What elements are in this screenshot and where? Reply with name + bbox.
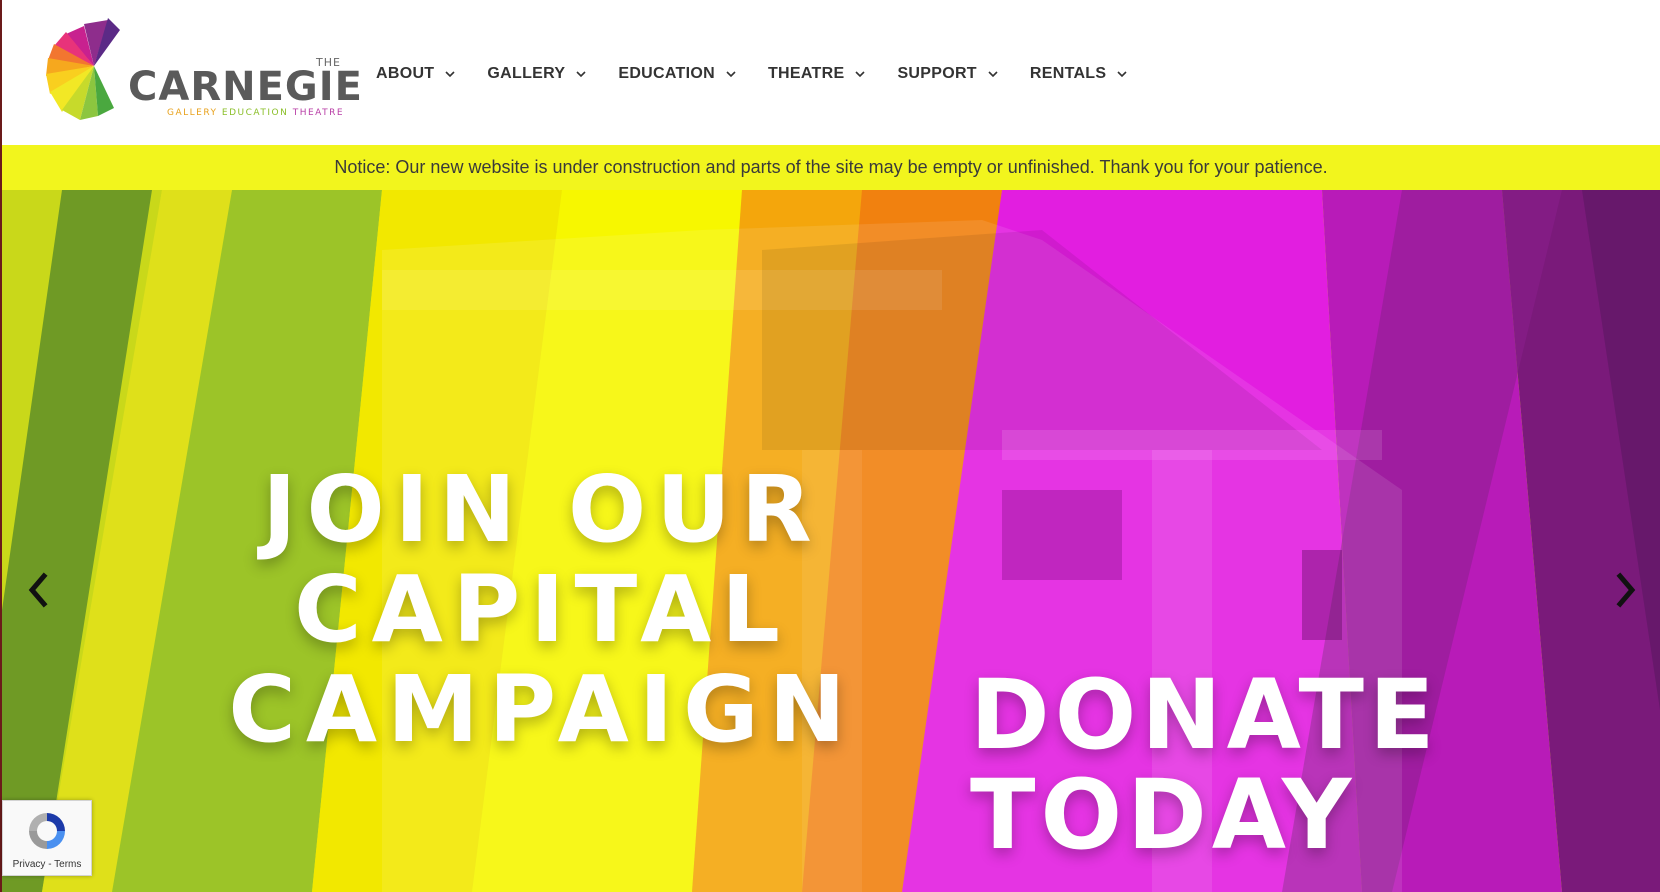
hero-donate-line: TODAY [970, 759, 1357, 871]
site-logo[interactable]: THE CARNEGIE GALLERY EDUCATION THEATRE [46, 16, 362, 128]
nav-item-label: RENTALS [1029, 65, 1107, 82]
hero-slider[interactable]: JOIN OUR CAPITAL CAMPAIGN DONATE TODAY [2, 190, 1660, 892]
chevron-left-icon[interactable] [24, 570, 54, 610]
construction-notice-banner: Notice: Our new website is under constru… [2, 145, 1660, 190]
logo-tagline-theatre: THEATRE [292, 108, 345, 118]
logo-tagline-education: EDUCATION [221, 108, 289, 118]
logo-wordmark: CARNEGIE [128, 64, 363, 110]
nav-item-support[interactable]: SUPPORT [897, 65, 998, 83]
logo-tagline: GALLERY EDUCATION THEATRE [167, 107, 344, 119]
notice-text: Notice: Our new website is under constru… [334, 157, 1328, 177]
logo-burst-icon [46, 18, 120, 120]
main-nav: ABOUT GALLERY EDUCATION THEATRE SUPPORT … [376, 60, 1159, 88]
nav-item-label: EDUCATION [618, 65, 715, 82]
site-header: THE CARNEGIE GALLERY EDUCATION THEATRE A… [2, 0, 1660, 145]
logo-tagline-gallery: GALLERY [167, 108, 218, 118]
hero-campaign-line: JOIN OUR [262, 456, 822, 563]
recaptcha-badge[interactable]: Privacy - Terms [2, 800, 92, 876]
hero-campaign-line: CAMPAIGN [228, 656, 856, 763]
recaptcha-terms-link[interactable]: Terms [54, 859, 81, 870]
chevron-down-icon [445, 70, 455, 77]
nav-item-gallery[interactable]: GALLERY [487, 65, 586, 83]
nav-item-rentals[interactable]: RENTALS [1030, 65, 1127, 83]
chevron-down-icon [855, 70, 866, 77]
nav-item-about[interactable]: ABOUT [376, 65, 455, 83]
nav-item-label: SUPPORT [897, 65, 977, 82]
nav-item-education[interactable]: EDUCATION [618, 65, 736, 83]
chevron-down-icon [988, 70, 998, 77]
chevron-down-icon [576, 70, 586, 77]
nav-item-label: GALLERY [487, 65, 566, 82]
chevron-down-icon [726, 70, 736, 77]
chevron-down-icon [1117, 70, 1127, 77]
recaptcha-links: Privacy - Terms [3, 859, 91, 870]
window-edge [0, 0, 2, 892]
chevron-right-icon[interactable] [1610, 570, 1640, 610]
hero-campaign-line: CAPITAL [294, 556, 790, 663]
hero-campaign-heading[interactable]: JOIN OUR CAPITAL CAMPAIGN [152, 460, 932, 760]
hero-donate-heading[interactable]: DONATE TODAY [970, 665, 1440, 865]
recaptcha-privacy-link[interactable]: Privacy [13, 859, 46, 870]
nav-item-label: THEATRE [767, 65, 845, 82]
nav-item-theatre[interactable]: THEATRE [767, 65, 866, 83]
hero-donate-line: DONATE [970, 659, 1440, 771]
recaptcha-logo-icon [29, 813, 65, 849]
recaptcha-separator: - [45, 859, 55, 870]
nav-item-label: ABOUT [376, 65, 435, 82]
